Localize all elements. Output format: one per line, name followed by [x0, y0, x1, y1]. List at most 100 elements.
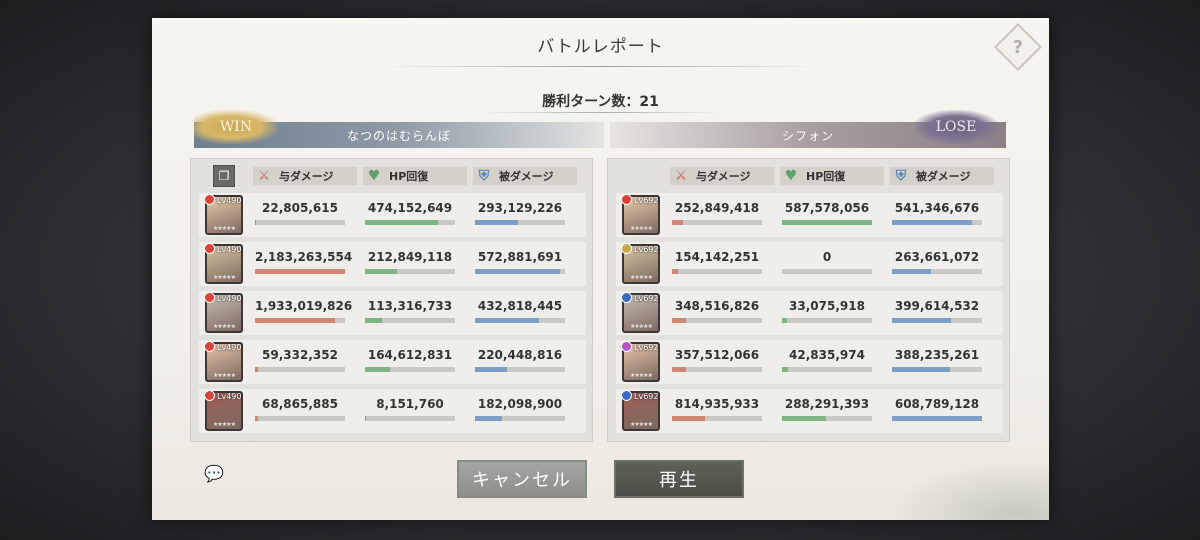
- damage-dealt-stat: 154,142,251: [672, 250, 762, 274]
- unit-row: Lv490 ★★★★★ 22,805,615 474,152,649 293,129,2…: [199, 193, 586, 237]
- damage-taken-bar: [475, 416, 565, 421]
- header-damage-dealt: ⚔ 与ダメージ: [253, 167, 357, 185]
- hp-recovered-stat: 8,151,760: [365, 397, 455, 421]
- damage-dealt-stat: 252,849,418: [672, 201, 762, 225]
- damage-dealt-stat: 357,512,066: [672, 348, 762, 372]
- damage-taken-value: 263,661,072: [894, 250, 980, 264]
- heart-icon: ♥: [784, 168, 798, 184]
- rarity-stars-icon: ★★★★★: [213, 274, 236, 281]
- hp-recovered-value: 212,849,118: [367, 250, 453, 264]
- character-avatar[interactable]: Lv490 ★★★★★: [204, 292, 243, 333]
- hp-recovered-bar-fill: [365, 318, 383, 323]
- unit-row: Lv490 ★★★★★ 2,183,263,554 212,849,118 572,88…: [199, 242, 586, 286]
- hp-recovered-value: 8,151,760: [376, 397, 444, 411]
- damage-taken-value: 220,448,816: [477, 348, 563, 362]
- damage-taken-stat: 388,235,261: [892, 348, 982, 372]
- character-avatar[interactable]: Lv692 ★★★★★: [621, 243, 660, 284]
- character-avatar[interactable]: Lv692 ★★★★★: [621, 390, 660, 431]
- character-avatar[interactable]: Lv490 ★★★★★: [204, 194, 243, 235]
- character-avatar[interactable]: Lv490 ★★★★★: [204, 341, 243, 382]
- damage-dealt-bar: [672, 318, 762, 323]
- damage-dealt-bar: [672, 269, 762, 274]
- replay-button[interactable]: 再生: [614, 460, 744, 498]
- damage-taken-value: 432,818,445: [477, 299, 563, 313]
- dialog-title: バトルレポート: [537, 37, 664, 57]
- hp-recovered-bar-fill: [782, 318, 788, 323]
- stats-header: ⚔ 与ダメージ ♥ HP回復 ⛨ 被ダメージ: [608, 167, 1009, 187]
- header-damage-dealt: ⚔ 与ダメージ: [670, 167, 774, 185]
- damage-dealt-bar-fill: [672, 318, 687, 323]
- turns-divider: [482, 112, 722, 113]
- hp-recovered-value: 587,578,056: [784, 201, 870, 215]
- damage-dealt-bar-fill: [255, 318, 336, 323]
- character-avatar[interactable]: Lv692 ★★★★★: [621, 194, 660, 235]
- battle-report-dialog: バトルレポート ? 勝利ターン数：21 なつのはむらんぼ シフォン WIN LO…: [152, 18, 1049, 520]
- hp-recovered-bar: [782, 416, 872, 421]
- help-button[interactable]: ?: [993, 22, 1043, 72]
- damage-dealt-bar: [672, 416, 762, 421]
- character-avatar[interactable]: Lv490 ★★★★★: [204, 390, 243, 431]
- team-name-right: シフォン: [781, 128, 834, 143]
- damage-taken-bar-fill: [892, 269, 931, 274]
- hp-recovered-stat: 587,578,056: [782, 201, 872, 225]
- hp-recovered-value: 33,075,918: [789, 299, 865, 313]
- element-icon: [204, 341, 215, 352]
- team-name-left: なつのはむらんぼ: [346, 128, 451, 143]
- damage-dealt-bar-fill: [672, 367, 687, 372]
- damage-dealt-value: 357,512,066: [674, 348, 760, 362]
- header-damage-taken: ⛨ 被ダメージ: [473, 167, 577, 185]
- character-avatar[interactable]: Lv692 ★★★★★: [621, 341, 660, 382]
- shield-icon: ⛨: [478, 168, 490, 184]
- hp-recovered-bar-fill: [365, 367, 391, 372]
- unit-row: Lv490 ★★★★★ 59,332,352 164,612,831 220,448,8…: [199, 340, 586, 384]
- damage-taken-stat: 608,789,128: [892, 397, 982, 421]
- damage-taken-stat: 293,129,226: [475, 201, 565, 225]
- heart-icon: ♥: [367, 168, 381, 184]
- damage-taken-bar: [475, 367, 565, 372]
- hp-recovered-stat: 113,316,733: [365, 299, 455, 323]
- damage-dealt-value: 348,516,826: [674, 299, 760, 313]
- hp-recovered-value: 0: [822, 250, 832, 264]
- cancel-button[interactable]: キャンセル: [457, 460, 587, 498]
- hp-recovered-bar: [782, 318, 872, 323]
- rarity-stars-icon: ★★★★★: [630, 225, 653, 232]
- element-icon: [204, 194, 215, 205]
- unit-row: Lv692 ★★★★★ 154,142,251 0 263,661,072: [616, 242, 1003, 286]
- damage-dealt-bar-fill: [255, 367, 258, 372]
- element-icon: [621, 194, 632, 205]
- hp-recovered-stat: 212,849,118: [365, 250, 455, 274]
- damage-taken-stat: 399,614,532: [892, 299, 982, 323]
- damage-taken-bar-fill: [892, 220, 973, 225]
- unit-row: Lv692 ★★★★★ 252,849,418 587,578,056 541,346,…: [616, 193, 1003, 237]
- damage-dealt-bar: [255, 416, 345, 421]
- damage-taken-bar-fill: [475, 367, 508, 372]
- hp-recovered-value: 474,152,649: [367, 201, 453, 215]
- unit-level: Lv692: [634, 343, 659, 352]
- damage-dealt-bar: [255, 269, 345, 274]
- hp-recovered-bar: [782, 269, 872, 274]
- character-avatar[interactable]: Lv490 ★★★★★: [204, 243, 243, 284]
- damage-dealt-stat: 22,805,615: [255, 201, 345, 225]
- lose-badge: LOSE: [914, 110, 998, 144]
- damage-taken-bar: [475, 318, 565, 323]
- damage-dealt-stat: 348,516,826: [672, 299, 762, 323]
- unit-level: Lv490: [217, 294, 242, 303]
- damage-taken-stat: 182,098,900: [475, 397, 565, 421]
- unit-level: Lv692: [634, 245, 659, 254]
- unit-level: Lv692: [634, 392, 659, 401]
- rarity-stars-icon: ★★★★★: [213, 225, 236, 232]
- character-avatar[interactable]: Lv692 ★★★★★: [621, 292, 660, 333]
- damage-dealt-bar-fill: [255, 220, 256, 225]
- damage-taken-value: 608,789,128: [894, 397, 980, 411]
- rarity-stars-icon: ★★★★★: [630, 274, 653, 281]
- damage-dealt-stat: 814,935,933: [672, 397, 762, 421]
- damage-dealt-bar: [672, 220, 762, 225]
- rarity-stars-icon: ★★★★★: [213, 421, 236, 428]
- hp-recovered-bar: [365, 416, 455, 421]
- damage-taken-bar-fill: [475, 269, 560, 274]
- unit-row: Lv692 ★★★★★ 357,512,066 42,835,974 388,235,2…: [616, 340, 1003, 384]
- unit-level: Lv490: [217, 245, 242, 254]
- rarity-stars-icon: ★★★★★: [630, 421, 653, 428]
- damage-taken-value: 399,614,532: [894, 299, 980, 313]
- chat-icon[interactable]: 💬: [204, 464, 234, 490]
